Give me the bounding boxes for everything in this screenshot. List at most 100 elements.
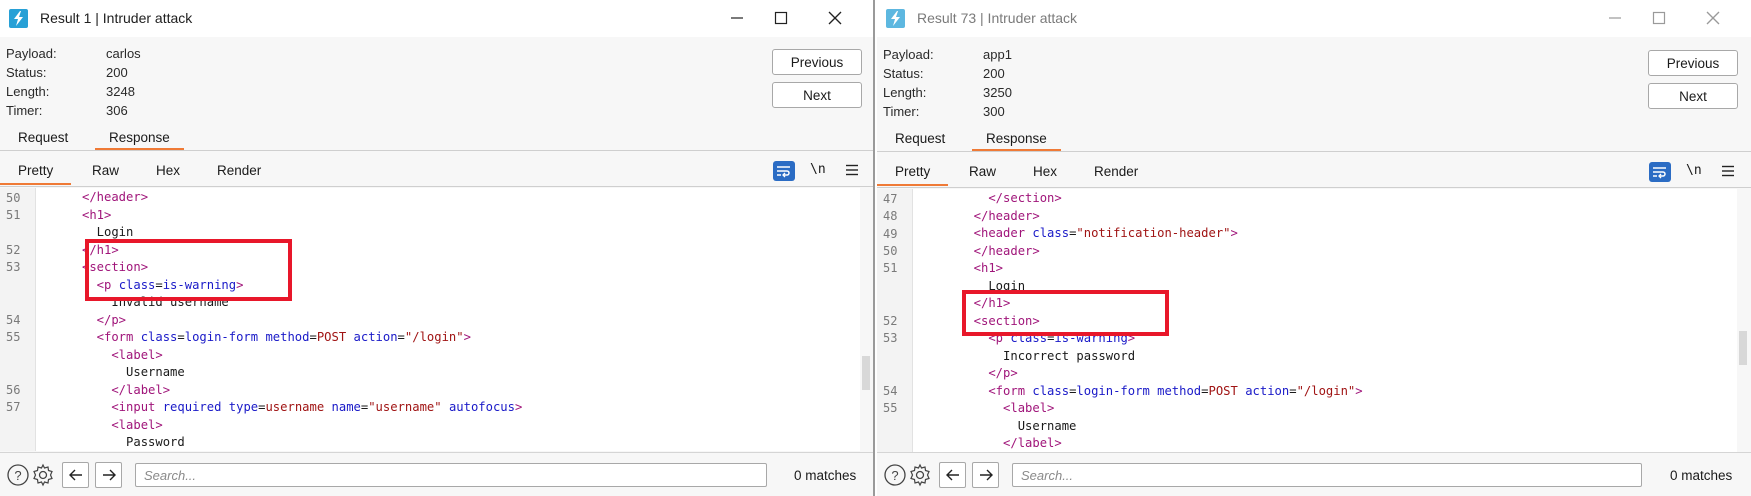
svg-text:?: ? — [14, 468, 21, 483]
close-icon[interactable] — [1691, 4, 1735, 32]
highlight-box — [85, 239, 292, 301]
payload-label: Payload: — [883, 47, 934, 62]
tab-request[interactable]: Request — [18, 130, 68, 145]
timer-value: 300 — [983, 104, 1005, 119]
search-bar: ? 0 matches — [0, 452, 873, 496]
line-number: 52 — [883, 314, 898, 328]
tab-response[interactable]: Response — [972, 131, 1061, 151]
menu-icon[interactable] — [845, 163, 859, 177]
newline-icon[interactable]: \n — [1686, 163, 1702, 178]
line-number: 54 — [6, 313, 21, 327]
window-title: Result 73 | Intruder attack — [917, 10, 1078, 26]
timer-label: Timer: — [6, 103, 43, 118]
line-number: 50 — [883, 244, 898, 258]
line-number: 53 — [6, 260, 21, 274]
match-count: 0 matches — [1670, 468, 1733, 483]
help-icon[interactable]: ? — [6, 463, 30, 487]
view-tabs: Pretty Raw Hex Render \n — [0, 156, 873, 187]
scrollbar-thumb[interactable] — [862, 356, 870, 390]
maximize-icon[interactable] — [759, 4, 803, 32]
code-block: </header> <h1> Login </h1> <section> <p … — [82, 190, 523, 449]
tab-raw[interactable]: Raw — [969, 164, 996, 179]
minimize-icon[interactable] — [1593, 4, 1637, 32]
payload-value: app1 — [983, 47, 1012, 62]
close-icon[interactable] — [813, 4, 857, 32]
burp-app-icon — [886, 9, 905, 28]
response-editor[interactable]: 47 48 49 50 51 52 53 54 55 </section> </… — [877, 189, 1737, 452]
length-label: Length: — [883, 85, 927, 100]
payload-label: Payload: — [6, 46, 57, 61]
title-bar: Result 1 | Intruder attack — [0, 0, 873, 37]
title-bar: Result 73 | Intruder attack — [877, 0, 1751, 37]
next-button[interactable]: Next — [772, 82, 862, 108]
status-label: Status: — [883, 66, 924, 81]
editor-scrollbar[interactable] — [1737, 189, 1749, 452]
line-number: 49 — [883, 227, 898, 241]
result-window-1: Result 1 | Intruder attack Payload: carlo… — [0, 0, 875, 496]
timer-label: Timer: — [883, 104, 920, 119]
view-tabs: Pretty Raw Hex Render \n — [877, 157, 1751, 188]
result-metadata: Payload: carlos Status: 200 Length: 3248 Ti… — [6, 44, 141, 120]
line-number: 54 — [883, 384, 898, 398]
arrow-right-icon[interactable] — [972, 462, 999, 488]
search-bar: ? 0 matches — [877, 452, 1751, 496]
status-value: 200 — [983, 66, 1005, 81]
tab-response[interactable]: Response — [95, 130, 184, 150]
previous-button[interactable]: Previous — [772, 49, 862, 75]
newline-icon[interactable]: \n — [810, 162, 826, 177]
window-title: Result 1 | Intruder attack — [40, 10, 193, 26]
next-button[interactable]: Next — [1648, 83, 1738, 109]
previous-button[interactable]: Previous — [1648, 50, 1738, 76]
tab-pretty[interactable]: Pretty — [877, 164, 949, 186]
search-input[interactable] — [135, 463, 767, 487]
request-response-tabs: Request Response — [0, 126, 873, 151]
line-number: 52 — [6, 243, 21, 257]
tab-hex[interactable]: Hex — [1033, 164, 1057, 179]
warning-message: Incorrect password — [1003, 348, 1136, 363]
menu-icon[interactable] — [1721, 164, 1735, 178]
timer-value: 306 — [106, 103, 128, 118]
svg-text:?: ? — [891, 468, 898, 483]
help-icon[interactable]: ? — [883, 463, 907, 487]
arrow-right-icon[interactable] — [95, 462, 122, 488]
length-value: 3248 — [106, 84, 135, 99]
line-number: 55 — [6, 330, 21, 344]
line-number: 50 — [6, 191, 21, 205]
result-window-73: Result 73 | Intruder attack Payload: app1… — [877, 0, 1751, 496]
tab-render[interactable]: Render — [217, 163, 261, 178]
length-value: 3250 — [983, 85, 1012, 100]
response-editor[interactable]: 50 51 52 53 54 55 56 57 </header> <h1> L… — [0, 188, 860, 451]
line-number: 56 — [6, 383, 21, 397]
settings-icon[interactable] — [31, 463, 55, 487]
tab-render[interactable]: Render — [1094, 164, 1138, 179]
word-wrap-icon[interactable] — [773, 161, 795, 181]
payload-value: carlos — [106, 46, 141, 61]
line-number-gutter: 47 48 49 50 51 52 53 54 55 — [877, 189, 913, 452]
line-number: 51 — [883, 261, 898, 275]
line-number: 57 — [6, 400, 21, 414]
tab-raw[interactable]: Raw — [92, 163, 119, 178]
burp-app-icon — [9, 9, 28, 28]
tab-pretty[interactable]: Pretty — [0, 163, 72, 185]
status-label: Status: — [6, 65, 47, 80]
line-number: 47 — [883, 192, 898, 206]
line-number: 51 — [6, 208, 21, 222]
line-number: 55 — [883, 401, 898, 415]
tab-request[interactable]: Request — [895, 131, 945, 146]
settings-icon[interactable] — [908, 463, 932, 487]
tab-hex[interactable]: Hex — [156, 163, 180, 178]
arrow-left-icon[interactable] — [939, 462, 966, 488]
maximize-icon[interactable] — [1637, 4, 1681, 32]
request-response-tabs: Request Response — [877, 127, 1751, 152]
match-count: 0 matches — [794, 468, 857, 483]
status-value: 200 — [106, 65, 128, 80]
scrollbar-thumb[interactable] — [1739, 331, 1747, 365]
result-metadata: Payload: app1 Status: 200 Length: 3250 Time… — [883, 45, 1012, 121]
length-label: Length: — [6, 84, 50, 99]
highlight-box — [962, 290, 1169, 336]
minimize-icon[interactable] — [715, 4, 759, 32]
editor-scrollbar[interactable] — [860, 188, 872, 451]
arrow-left-icon[interactable] — [62, 462, 89, 488]
word-wrap-icon[interactable] — [1649, 162, 1671, 182]
search-input[interactable] — [1012, 463, 1642, 487]
